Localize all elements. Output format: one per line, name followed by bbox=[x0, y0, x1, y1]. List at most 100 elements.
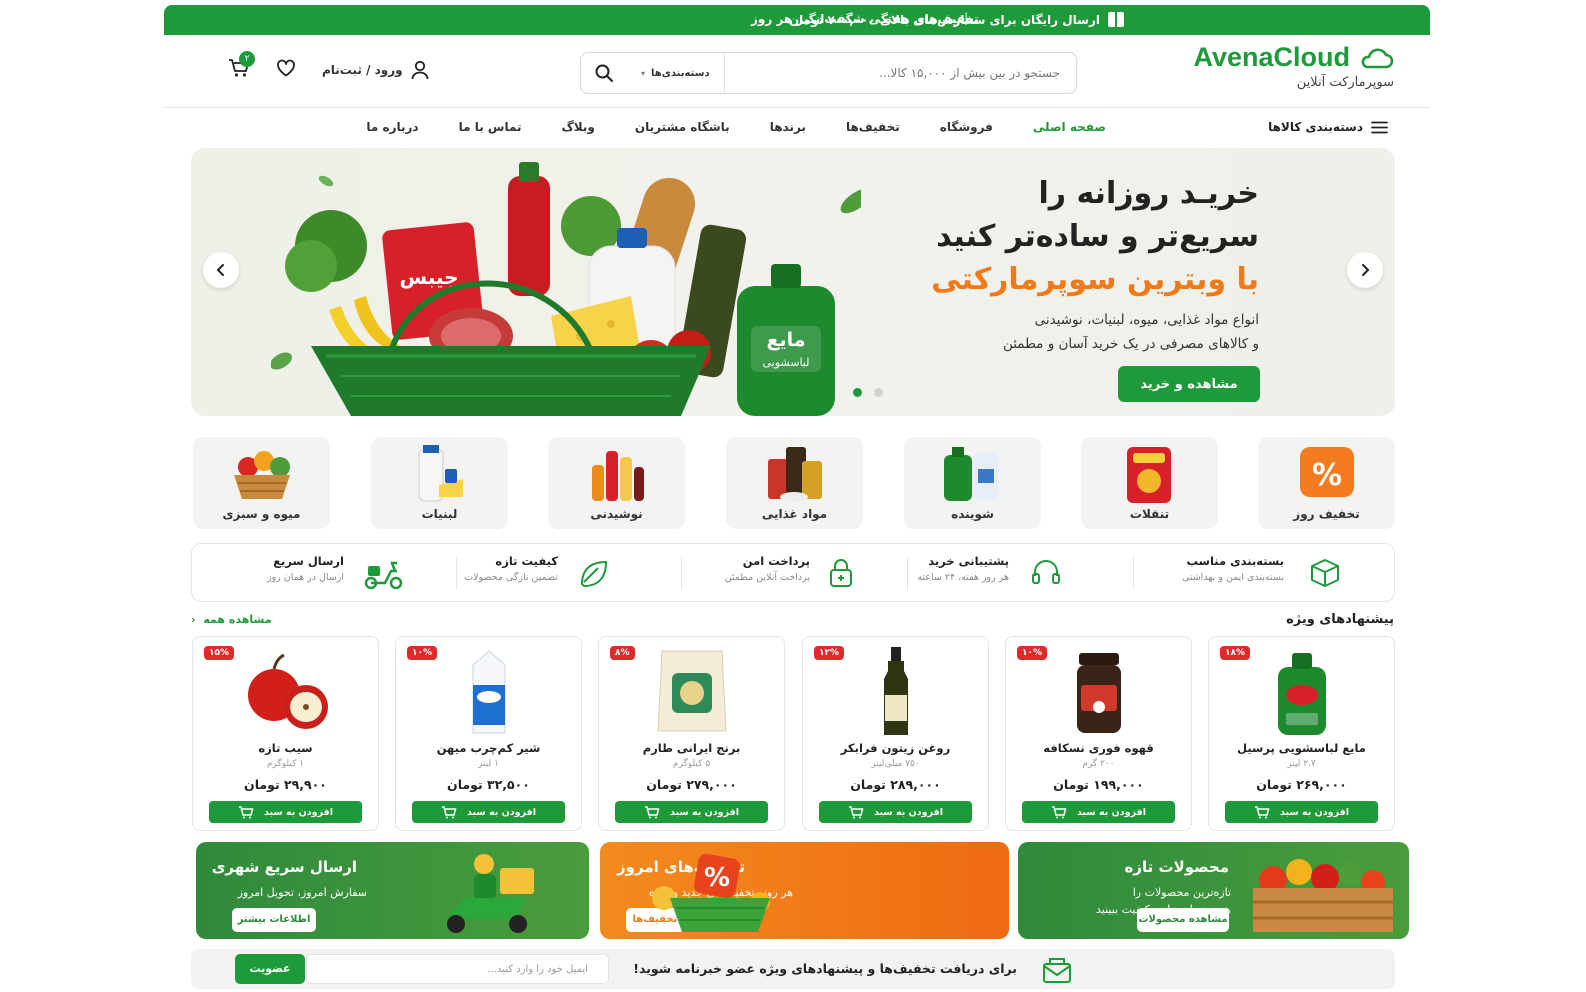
categories-menu-button[interactable]: دسته‌بندی کالاها bbox=[1268, 120, 1388, 134]
promo-button[interactable]: اطلاعات بیشتر bbox=[232, 908, 316, 932]
feature-title: بسته‌بندی مناسب bbox=[1186, 554, 1284, 568]
nav-item-contact[interactable]: تماس با ما bbox=[459, 120, 522, 134]
hero-line-3: با وبترین سوپرمارکتی bbox=[931, 262, 1259, 297]
add-to-cart-label: افزودن به سبد bbox=[264, 806, 333, 818]
chips-bag-label: جیبس bbox=[399, 265, 458, 289]
header-actions: ۲ ورود / ثبت‌نام bbox=[228, 51, 429, 82]
detergent-label: مایع bbox=[766, 329, 805, 351]
product-name: شیر کم‌چرب میهن bbox=[436, 741, 541, 755]
nav-item-discounts[interactable]: تخفیف‌ها bbox=[846, 120, 900, 134]
promo-button[interactable]: مشاهده محصولات bbox=[1137, 908, 1229, 932]
product-card[interactable]: ۱۰% شیر کم‌چرب میهن ۱ لیتر ۳۲,۵۰۰ تومان … bbox=[395, 636, 582, 831]
nav-item-about[interactable]: درباره ما bbox=[366, 120, 418, 134]
add-to-cart-button[interactable]: افزودن به سبد bbox=[412, 801, 565, 823]
add-to-cart-label: افزودن به سبد bbox=[467, 806, 536, 818]
feature-fresh-quality: کیفیت تازه تضمین تازگی محصولات bbox=[464, 554, 608, 588]
hero-desc-line-1: انواع مواد غذایی، میوه، لبنیات، نوشیدنی bbox=[1034, 312, 1259, 328]
vegetable-crate-image bbox=[1253, 859, 1393, 932]
search-input[interactable] bbox=[724, 54, 1076, 92]
nav-item-home[interactable]: صفحه اصلی bbox=[1033, 120, 1106, 134]
header-divider bbox=[164, 107, 1430, 108]
feature-subtitle: بسته‌بندی ایمن و بهداشتی bbox=[1181, 572, 1284, 583]
add-to-cart-button[interactable]: افزودن به سبد bbox=[209, 801, 362, 823]
cart-button[interactable]: ۲ bbox=[228, 51, 255, 82]
hero-dot-1[interactable] bbox=[853, 388, 862, 397]
feature-title: پشتیبانی خرید bbox=[928, 554, 1009, 568]
hero-pagination bbox=[853, 388, 883, 397]
add-to-cart-button[interactable]: افزودن به سبد bbox=[819, 801, 972, 823]
nav-item-brands[interactable]: برندها bbox=[770, 120, 806, 134]
hero-desc-line-2: و کالاهای مصرفی در یک خرید آسان و مطمئن bbox=[1002, 336, 1259, 352]
detergent-icon bbox=[944, 447, 998, 501]
category-snacks[interactable]: تنقلات bbox=[1081, 437, 1218, 529]
category-dairy[interactable]: لبنیات bbox=[371, 437, 508, 529]
box-icon bbox=[1311, 559, 1339, 587]
nav-item-club[interactable]: باشگاه مشتریان bbox=[635, 120, 730, 134]
category-label: تنقلات bbox=[1129, 507, 1170, 521]
product-name: قهوه فوری نسکافه bbox=[1043, 741, 1154, 755]
product-price: ۲۸۹,۰۰۰ تومان bbox=[850, 777, 941, 792]
headset-icon bbox=[1032, 560, 1060, 584]
add-to-cart-button[interactable]: افزودن به سبد bbox=[1225, 801, 1378, 823]
add-to-cart-button[interactable]: افزودن به سبد bbox=[1022, 801, 1175, 823]
apple-image bbox=[247, 653, 328, 729]
see-all-link[interactable]: مشاهده همه ‹ bbox=[191, 613, 272, 626]
login-label: ورود / ثبت‌نام bbox=[322, 63, 403, 77]
promo-today-deals[interactable]: تخفیف‌های امروز هر روز، تخفیف‌های جدید و… bbox=[600, 842, 1009, 939]
product-price: ۲۹,۹۰۰ تومان bbox=[244, 777, 327, 792]
category-daily-deals[interactable]: % تخفیف روز bbox=[1258, 437, 1395, 529]
promo-fast-delivery[interactable]: ارسال سریع شهری سفارش امروز، تحویل امروز… bbox=[196, 842, 589, 939]
hero-shop-button[interactable]: مشاهده و خرید bbox=[1118, 366, 1260, 402]
nav-item-blog[interactable]: وبلاگ bbox=[562, 120, 595, 134]
chevron-down-icon: ▾ bbox=[641, 68, 646, 78]
category-groceries[interactable]: مواد غذایی bbox=[726, 437, 863, 529]
newsletter-email-input[interactable] bbox=[306, 954, 609, 984]
category-detergents[interactable]: شوینده bbox=[904, 437, 1041, 529]
discount-badge: ۸% bbox=[610, 646, 635, 660]
wishlist-button[interactable] bbox=[276, 59, 296, 81]
coffee-jar-image bbox=[1076, 653, 1121, 733]
search-category-select[interactable]: دسته‌بندی‌ها ▾ bbox=[627, 53, 725, 93]
site-logo[interactable]: AvenaCloud سوپرمارکت آنلاین bbox=[1193, 42, 1394, 90]
hero-description: انواع مواد غذایی، میوه، لبنیات، نوشیدنی … bbox=[959, 308, 1259, 356]
search-bar: دسته‌بندی‌ها ▾ bbox=[580, 52, 1077, 94]
fruit-basket-icon bbox=[234, 451, 290, 499]
category-label: شوینده bbox=[951, 507, 994, 521]
hero-next-button[interactable] bbox=[1347, 252, 1383, 288]
lock-icon bbox=[830, 559, 852, 587]
hero-dot-2[interactable] bbox=[874, 388, 883, 397]
hero-prev-button[interactable] bbox=[203, 252, 239, 288]
promo-fresh-products[interactable]: محصولات تازه تازه‌ترین محصولات را هر روز… bbox=[1018, 842, 1409, 939]
category-fruits-vegetables[interactable]: میوه و سبزی bbox=[193, 437, 330, 529]
promo-subtitle-line: تازه‌ترین محصولات را bbox=[1132, 886, 1231, 899]
snacks-icon bbox=[1127, 447, 1171, 503]
cart-plus-icon bbox=[442, 805, 457, 818]
product-price: ۳۲,۵۰۰ تومان bbox=[447, 777, 530, 792]
login-button[interactable]: ورود / ثبت‌نام bbox=[322, 60, 429, 80]
cart-count-badge: ۲ bbox=[239, 51, 255, 67]
discount-badge: ۱۸% bbox=[1220, 646, 1251, 660]
nav-item-shop[interactable]: فروشگاه bbox=[940, 120, 993, 134]
product-weight: ۵ کیلوگرم bbox=[672, 759, 711, 769]
product-weight: ۷۵۰ میلی‌لیتر bbox=[871, 759, 920, 769]
product-card[interactable]: ۱۲% روغن زیتون فرابکر ۷۵۰ میلی‌لیتر ۲۸۹,… bbox=[802, 636, 989, 831]
hero-line-1: خریـد روزانه را bbox=[1038, 176, 1259, 211]
brand-name: AvenaCloud bbox=[1193, 42, 1350, 72]
product-card[interactable]: ۱۰% قهوه فوری نسکافه ۲۰۰ گرم ۱۹۹,۰۰۰ توم… bbox=[1005, 636, 1192, 831]
feature-subtitle: ارسال در همان روز bbox=[267, 572, 344, 583]
discount-badge: ۱۰% bbox=[1017, 646, 1048, 660]
add-to-cart-button[interactable]: افزودن به سبد bbox=[615, 801, 768, 823]
newsletter-subscribe-button[interactable]: عضویت bbox=[235, 954, 305, 984]
category-drinks[interactable]: نوشیدنی bbox=[548, 437, 685, 529]
search-button[interactable] bbox=[581, 53, 627, 93]
product-card[interactable]: ۱۸% مایع لباسشویی پرسیل ۲.۷ لیتر ۲۶۹,۰۰۰… bbox=[1208, 636, 1395, 831]
olive-oil-image bbox=[883, 647, 908, 735]
add-to-cart-label: افزودن به سبد bbox=[670, 806, 739, 818]
see-all-label: مشاهده همه bbox=[203, 613, 272, 626]
product-card[interactable]: ۱۵% سیب تازه ۱ کیلوگرم ۲۹,۹۰۰ تومان افزو… bbox=[192, 636, 379, 831]
feature-secure-payment: پرداخت امن پرداخت آنلاین مطمئن bbox=[725, 554, 852, 587]
chevron-left-icon: ‹ bbox=[191, 613, 196, 626]
rice-bag-image bbox=[656, 650, 727, 732]
product-card[interactable]: ۸% برنج ایرانی طارم ۵ کیلوگرم ۲۷۹,۰۰۰ تو… bbox=[598, 636, 785, 831]
newsletter-text: برای دریافت تخفیف‌ها و پیشنهادهای ویژه ع… bbox=[633, 961, 1017, 976]
